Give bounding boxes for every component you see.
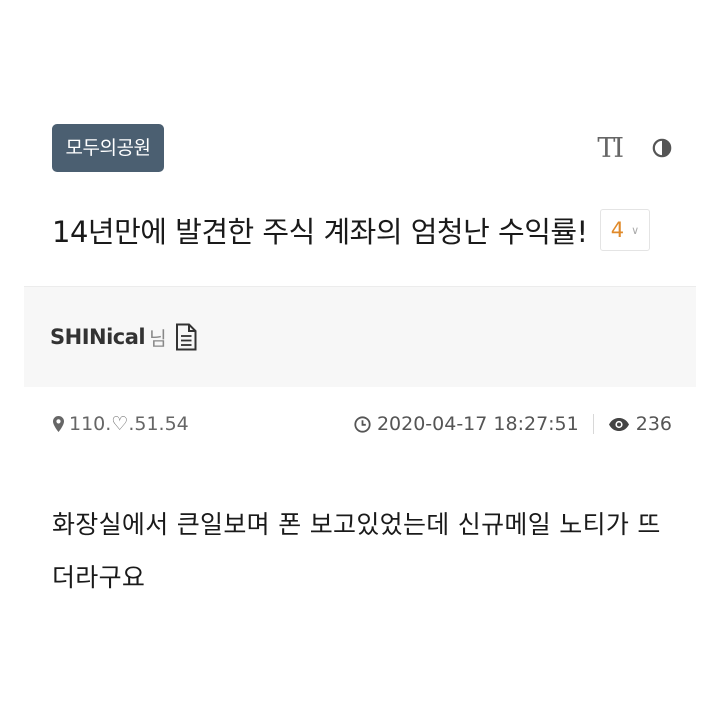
- ip-address: 110.♡.51.54: [69, 413, 189, 435]
- post-date: 2020-04-17 18:27:51: [354, 413, 579, 435]
- author-info: SHINical 님: [50, 315, 197, 359]
- post-page: 모두의공원 TI 14년만에 발견한 주식 계좌의 엄청난 수익률! 4 ∨ S…: [0, 0, 720, 720]
- document-icon[interactable]: [175, 323, 197, 351]
- eye-icon: [608, 417, 629, 431]
- title-row: 14년만에 발견한 주식 계좌의 엄청난 수익률! 4 ∨: [52, 204, 651, 256]
- post-title: 14년만에 발견한 주식 계좌의 엄청난 수익률!: [52, 215, 588, 249]
- post-meta: 110.♡.51.54 2020-04-17 18:27:51 236: [52, 404, 672, 444]
- view-count: 236: [635, 413, 672, 435]
- contrast-icon[interactable]: [652, 138, 672, 158]
- body-line-2: 더라구요: [52, 563, 146, 592]
- post-datetime: 2020-04-17 18:27:51: [376, 413, 579, 435]
- comment-count: 4: [610, 218, 625, 242]
- view-count-info: 236: [608, 413, 672, 435]
- post-stats: 2020-04-17 18:27:51 236: [354, 413, 672, 435]
- clock-icon: [354, 415, 371, 433]
- meta-divider: [592, 414, 594, 434]
- ip-info: 110.♡.51.54: [52, 413, 189, 435]
- location-pin-icon: [53, 416, 64, 432]
- author-name[interactable]: SHINical: [50, 325, 146, 349]
- category-badge[interactable]: 모두의공원: [52, 124, 164, 172]
- body-line-1: 화장실에서 큰일보며 폰 보고있었는데 신규메일 노티가 뜨: [52, 510, 661, 539]
- chevron-down-icon: ∨: [631, 223, 640, 237]
- view-tools: TI: [597, 130, 672, 166]
- font-size-icon[interactable]: TI: [597, 133, 624, 164]
- post-body: 화장실에서 큰일보며 폰 보고있었는데 신규메일 노티가 뜨 더라구요: [52, 498, 672, 604]
- comment-count-button[interactable]: 4 ∨: [599, 209, 651, 251]
- author-honorific: 님: [149, 327, 167, 350]
- author-bar: SHINical 님: [24, 286, 696, 387]
